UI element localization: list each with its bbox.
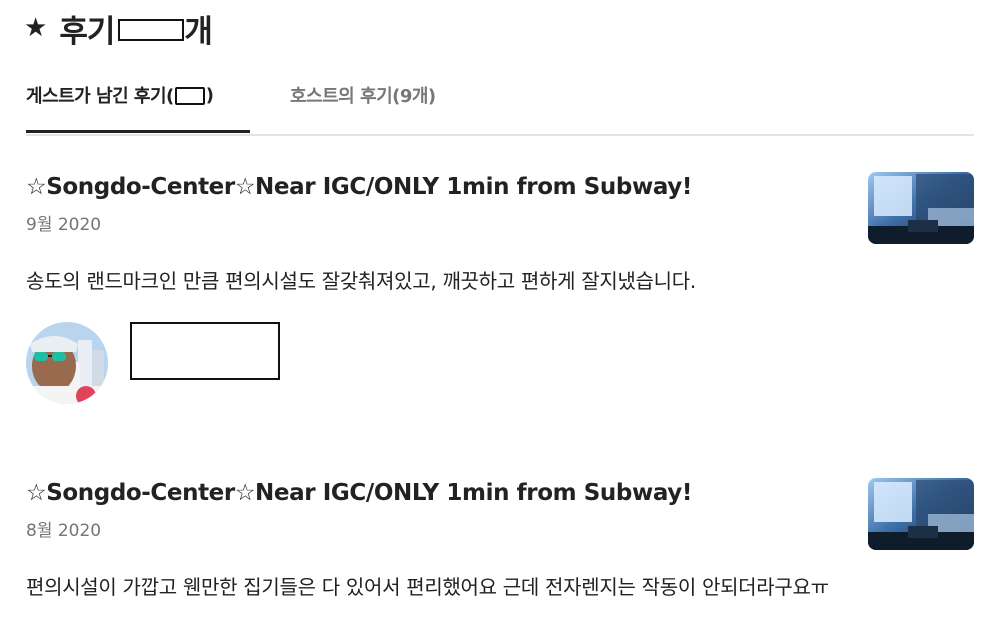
- tab-host-reviews[interactable]: 호스트의 후기(9개): [290, 82, 436, 108]
- redacted-reviewer-name: [130, 322, 280, 380]
- active-tab-underline: [26, 130, 250, 133]
- tab-guest-reviews[interactable]: 게스트가 남긴 후기( ): [26, 82, 214, 108]
- review-text: 편의시설이 가깝고 웬만한 집기들은 다 있어서 편리했어요 근데 전자렌지는 …: [26, 575, 829, 599]
- reviews-title-text: 후기: [59, 13, 115, 50]
- reviewer-avatar[interactable]: [26, 322, 108, 404]
- reviewer-photo: [26, 322, 108, 404]
- tab-guest-label-prefix: 게스트가 남긴 후기(: [26, 86, 174, 107]
- star-icon: ★: [24, 13, 48, 43]
- redacted-count-box: [118, 19, 185, 41]
- review-tabs: 게스트가 남긴 후기( ) 호스트의 후기(9개): [26, 70, 974, 136]
- review-date: 8월 2020: [26, 521, 102, 541]
- reviews-title-unit: 개: [184, 13, 213, 50]
- review-text: 송도의 랜드마크인 만큼 편의시설도 잘갖춰져있고, 깨끗하고 편하게 잘지냈습…: [26, 269, 696, 293]
- reviews-header: ★ 후기 개: [24, 6, 213, 51]
- bedroom-photo: [868, 172, 974, 244]
- tab-guest-label-suffix: ): [205, 84, 214, 106]
- listing-thumbnail[interactable]: [868, 478, 974, 550]
- listing-title[interactable]: ☆Songdo-Center☆Near IGC/ONLY 1min from S…: [26, 174, 692, 200]
- bedroom-photo: [868, 478, 974, 550]
- reviews-title: 후기 개: [59, 6, 213, 51]
- listing-thumbnail[interactable]: [868, 172, 974, 244]
- tab-host-label: 호스트의 후기(9개): [290, 86, 436, 107]
- listing-title[interactable]: ☆Songdo-Center☆Near IGC/ONLY 1min from S…: [26, 480, 692, 506]
- review-date: 9월 2020: [26, 215, 102, 235]
- redacted-count-box: [174, 87, 205, 105]
